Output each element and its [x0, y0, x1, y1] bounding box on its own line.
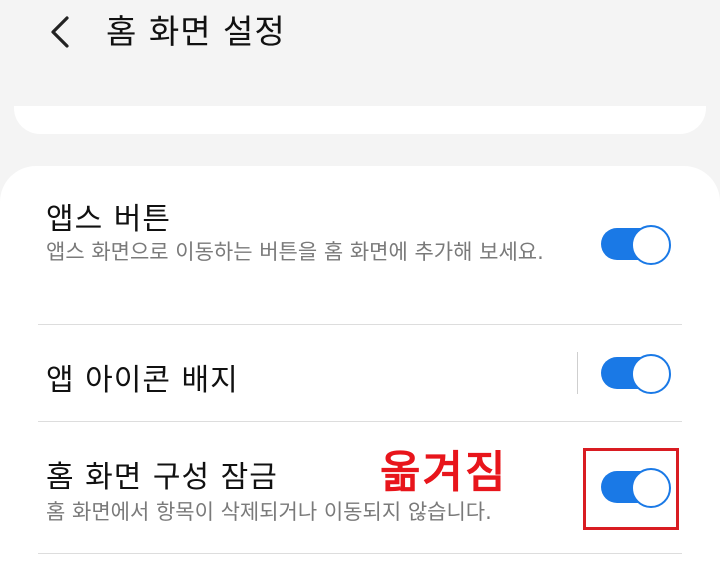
app-icon-badges-toggle[interactable] — [601, 353, 671, 394]
setting-title: 홈 화면 구성 잠금 — [46, 460, 278, 495]
setting-title: 앱스 버튼 — [46, 202, 171, 237]
previous-settings-card — [14, 106, 706, 134]
setting-row-apps-button[interactable]: 앱스 버튼 앱스 화면으로 이동하는 버튼을 홈 화면에 추가해 보세요. — [0, 166, 720, 324]
divider — [38, 553, 682, 554]
setting-description: 앱스 화면으로 이동하는 버튼을 홈 화면에 추가해 보세요. — [46, 240, 544, 264]
apps-button-toggle[interactable] — [601, 224, 671, 265]
vertical-separator — [577, 352, 578, 394]
setting-description: 홈 화면에서 항목이 삭제되거나 이동되지 않습니다. — [46, 500, 492, 524]
app-header: 홈 화면 설정 — [0, 0, 720, 70]
toggle-knob — [631, 225, 671, 265]
setting-title: 앱 아이콘 배지 — [46, 363, 239, 398]
back-button[interactable] — [38, 10, 82, 54]
page-title: 홈 화면 설정 — [106, 12, 286, 51]
annotation-label: 옮겨짐 — [380, 447, 508, 498]
toggle-knob — [631, 354, 671, 394]
chevron-left-icon — [51, 16, 69, 48]
annotation-highlight-box — [583, 448, 679, 530]
